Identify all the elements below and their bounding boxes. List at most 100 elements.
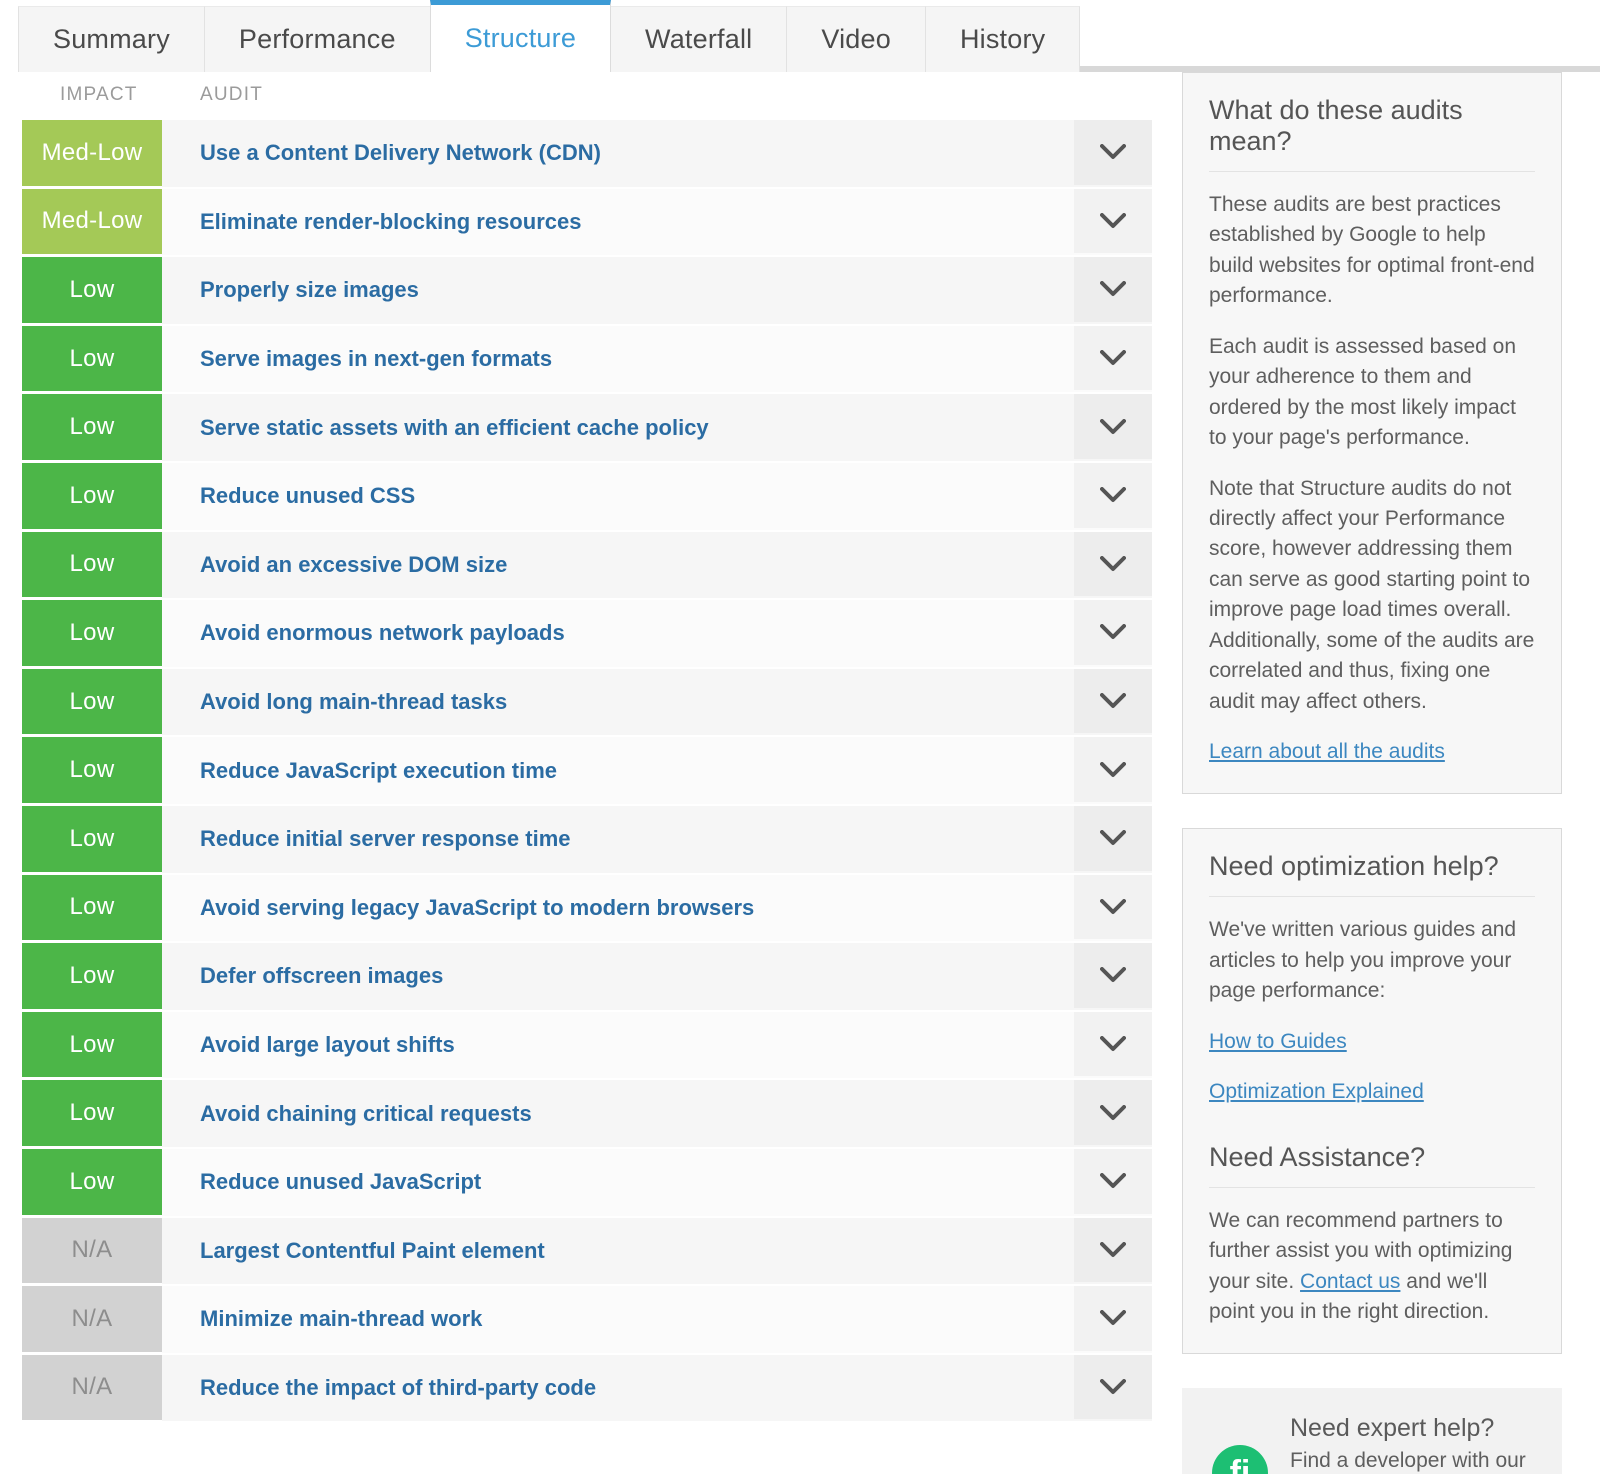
table-row[interactable]: Med-Low Eliminate render-blocking resourc… xyxy=(22,188,1152,258)
panel-assistance-text: We can recommend partners to further ass… xyxy=(1209,1206,1535,1328)
fiverr-logo-icon: fi xyxy=(1212,1445,1268,1474)
optimization-explained-link[interactable]: Optimization Explained xyxy=(1209,1080,1424,1103)
audit-title-link[interactable]: Avoid serving legacy JavaScript to moder… xyxy=(162,895,754,921)
fiverr-promo-title: Need expert help? xyxy=(1290,1414,1495,1443)
audit-title-link[interactable]: Reduce unused JavaScript xyxy=(162,1169,481,1195)
learn-about-audits-link[interactable]: Learn about all the audits xyxy=(1209,740,1445,763)
audit-row-body: Properly size images xyxy=(162,257,1152,326)
table-row[interactable]: Low Reduce JavaScript execution time xyxy=(22,737,1152,806)
audit-row-body: Avoid large layout shifts xyxy=(162,1011,1152,1081)
chevron-down-icon[interactable] xyxy=(1074,600,1152,665)
impact-badge: Med-Low xyxy=(22,188,162,258)
table-row[interactable]: Low Avoid chaining critical requests xyxy=(22,1080,1152,1149)
chevron-down-icon[interactable] xyxy=(1074,531,1152,597)
chevron-down-icon[interactable] xyxy=(1074,394,1152,459)
audit-title-link[interactable]: Reduce unused CSS xyxy=(162,483,415,509)
how-to-guides-row: How to Guides xyxy=(1209,1027,1535,1057)
tab-history[interactable]: History xyxy=(924,6,1081,72)
audit-title-link[interactable]: Reduce initial server response time xyxy=(162,826,571,852)
panel-audits-paragraph-2: Each audit is assessed based on your adh… xyxy=(1209,334,1517,450)
impact-badge: Low xyxy=(22,257,162,326)
column-header-impact: IMPACT xyxy=(60,84,138,105)
chevron-down-icon[interactable] xyxy=(1074,943,1152,1008)
table-row[interactable]: Low Defer offscreen images xyxy=(22,943,1152,1012)
tab-performance[interactable]: Performance xyxy=(203,6,431,72)
chevron-down-icon[interactable] xyxy=(1074,1011,1152,1077)
chevron-down-icon[interactable] xyxy=(1074,1080,1152,1145)
audit-title-link[interactable]: Avoid large layout shifts xyxy=(162,1032,455,1058)
tab-waterfall[interactable]: Waterfall xyxy=(610,6,788,72)
chevron-down-icon[interactable] xyxy=(1074,668,1152,734)
table-row[interactable]: N/A Largest Contentful Paint element xyxy=(22,1217,1152,1287)
tab-structure[interactable]: Structure xyxy=(429,0,612,72)
impact-badge: Low xyxy=(22,805,162,875)
impact-badge: N/A xyxy=(22,1286,162,1355)
chevron-down-icon[interactable] xyxy=(1074,120,1152,185)
how-to-guides-link[interactable]: How to Guides xyxy=(1209,1030,1347,1053)
audit-title-link[interactable]: Defer offscreen images xyxy=(162,963,443,989)
audit-title-link[interactable]: Use a Content Delivery Network (CDN) xyxy=(162,140,601,166)
table-row[interactable]: Low Properly size images xyxy=(22,257,1152,326)
chevron-down-icon[interactable] xyxy=(1074,874,1152,940)
impact-badge: Low xyxy=(22,394,162,463)
panel-audits-paragraph-1: These audits are best practices establis… xyxy=(1209,193,1535,308)
audit-row-body: Eliminate render-blocking resources xyxy=(162,188,1152,258)
tab-list: Summary Performance Structure Waterfall Vide… xyxy=(18,0,1081,72)
impact-badge: N/A xyxy=(22,1217,162,1287)
table-row[interactable]: Low Avoid long main-thread tasks xyxy=(22,668,1152,738)
impact-badge: Low xyxy=(22,462,162,532)
chevron-down-icon[interactable] xyxy=(1074,325,1152,391)
audit-title-link[interactable]: Properly size images xyxy=(162,277,419,303)
panel-audits-paragraph-3: Note that Structure audits do not direct… xyxy=(1209,476,1535,713)
chevron-down-icon[interactable] xyxy=(1074,805,1152,871)
contact-us-link[interactable]: Contact us xyxy=(1300,1270,1400,1293)
chevron-down-icon[interactable] xyxy=(1074,257,1152,322)
audit-row-body: Reduce unused CSS xyxy=(162,462,1152,532)
audit-row-body: Reduce JavaScript execution time xyxy=(162,737,1152,806)
table-row[interactable]: Low Reduce unused CSS xyxy=(22,462,1152,532)
table-row[interactable]: Low Serve static assets with an efficient… xyxy=(22,394,1152,463)
audit-title-link[interactable]: Eliminate render-blocking resources xyxy=(162,209,581,235)
audit-title-link[interactable]: Serve static assets with an efficient ca… xyxy=(162,415,709,441)
table-row[interactable]: Low Serve images in next-gen formats xyxy=(22,325,1152,395)
panel-audits-title: What do these audits mean? xyxy=(1209,95,1535,172)
fiverr-promo-description: Find a developer with our partner Fiverr… xyxy=(1290,1449,1526,1473)
chevron-down-icon[interactable] xyxy=(1074,1217,1152,1283)
impact-badge: Low xyxy=(22,874,162,944)
chevron-down-icon[interactable] xyxy=(1074,1148,1152,1214)
chevron-down-icon[interactable] xyxy=(1074,1286,1152,1351)
tab-summary[interactable]: Summary xyxy=(18,6,205,72)
audit-title-link[interactable]: Avoid an excessive DOM size xyxy=(162,552,507,578)
chevron-down-icon[interactable] xyxy=(1074,737,1152,802)
table-row[interactable]: Med-Low Use a Content Delivery Network (C… xyxy=(22,120,1152,189)
panel-assistance-title: Need Assistance? xyxy=(1209,1142,1535,1188)
audit-title-link[interactable]: Avoid chaining critical requests xyxy=(162,1101,532,1127)
table-row[interactable]: Low Avoid an excessive DOM size xyxy=(22,531,1152,601)
table-row[interactable]: Low Avoid enormous network payloads xyxy=(22,600,1152,669)
table-row[interactable]: Low Avoid large layout shifts xyxy=(22,1011,1152,1081)
chevron-down-icon[interactable] xyxy=(1074,1354,1152,1420)
audit-title-link[interactable]: Serve images in next-gen formats xyxy=(162,346,552,372)
audits-table: IMPACT AUDIT Med-Low Use a Content Delive… xyxy=(0,72,1170,1424)
audit-title-link[interactable]: Avoid enormous network payloads xyxy=(162,620,565,646)
audit-title-link[interactable]: Reduce JavaScript execution time xyxy=(162,758,557,784)
tab-video[interactable]: Video xyxy=(786,6,926,72)
chevron-down-icon[interactable] xyxy=(1074,462,1152,528)
impact-badge: Low xyxy=(22,531,162,601)
table-row[interactable]: Low Reduce initial server response time xyxy=(22,805,1152,875)
table-row[interactable]: N/A Reduce the impact of third-party code xyxy=(22,1354,1152,1424)
table-row[interactable]: N/A Minimize main-thread work xyxy=(22,1286,1152,1355)
audit-title-link[interactable]: Minimize main-thread work xyxy=(162,1306,482,1332)
panel-optimization-help: Need optimization help? We've written va… xyxy=(1182,828,1562,1355)
table-row[interactable]: Low Reduce unused JavaScript xyxy=(22,1148,1152,1218)
audit-title-link[interactable]: Avoid long main-thread tasks xyxy=(162,689,507,715)
audit-title-link[interactable]: Largest Contentful Paint element xyxy=(162,1238,545,1264)
chevron-down-icon[interactable] xyxy=(1074,188,1152,254)
audit-row-body: Avoid chaining critical requests xyxy=(162,1080,1152,1149)
audit-row-body: Reduce unused JavaScript xyxy=(162,1148,1152,1218)
table-row[interactable]: Low Avoid serving legacy JavaScript to mo… xyxy=(22,874,1152,944)
panel-fiverr-promo[interactable]: fi Need expert help? Find a developer wi… xyxy=(1182,1388,1562,1474)
audit-title-link[interactable]: Reduce the impact of third-party code xyxy=(162,1375,596,1401)
tab-bar: Summary Performance Structure Waterfall Vide… xyxy=(0,0,1600,72)
impact-badge: N/A xyxy=(22,1354,162,1424)
